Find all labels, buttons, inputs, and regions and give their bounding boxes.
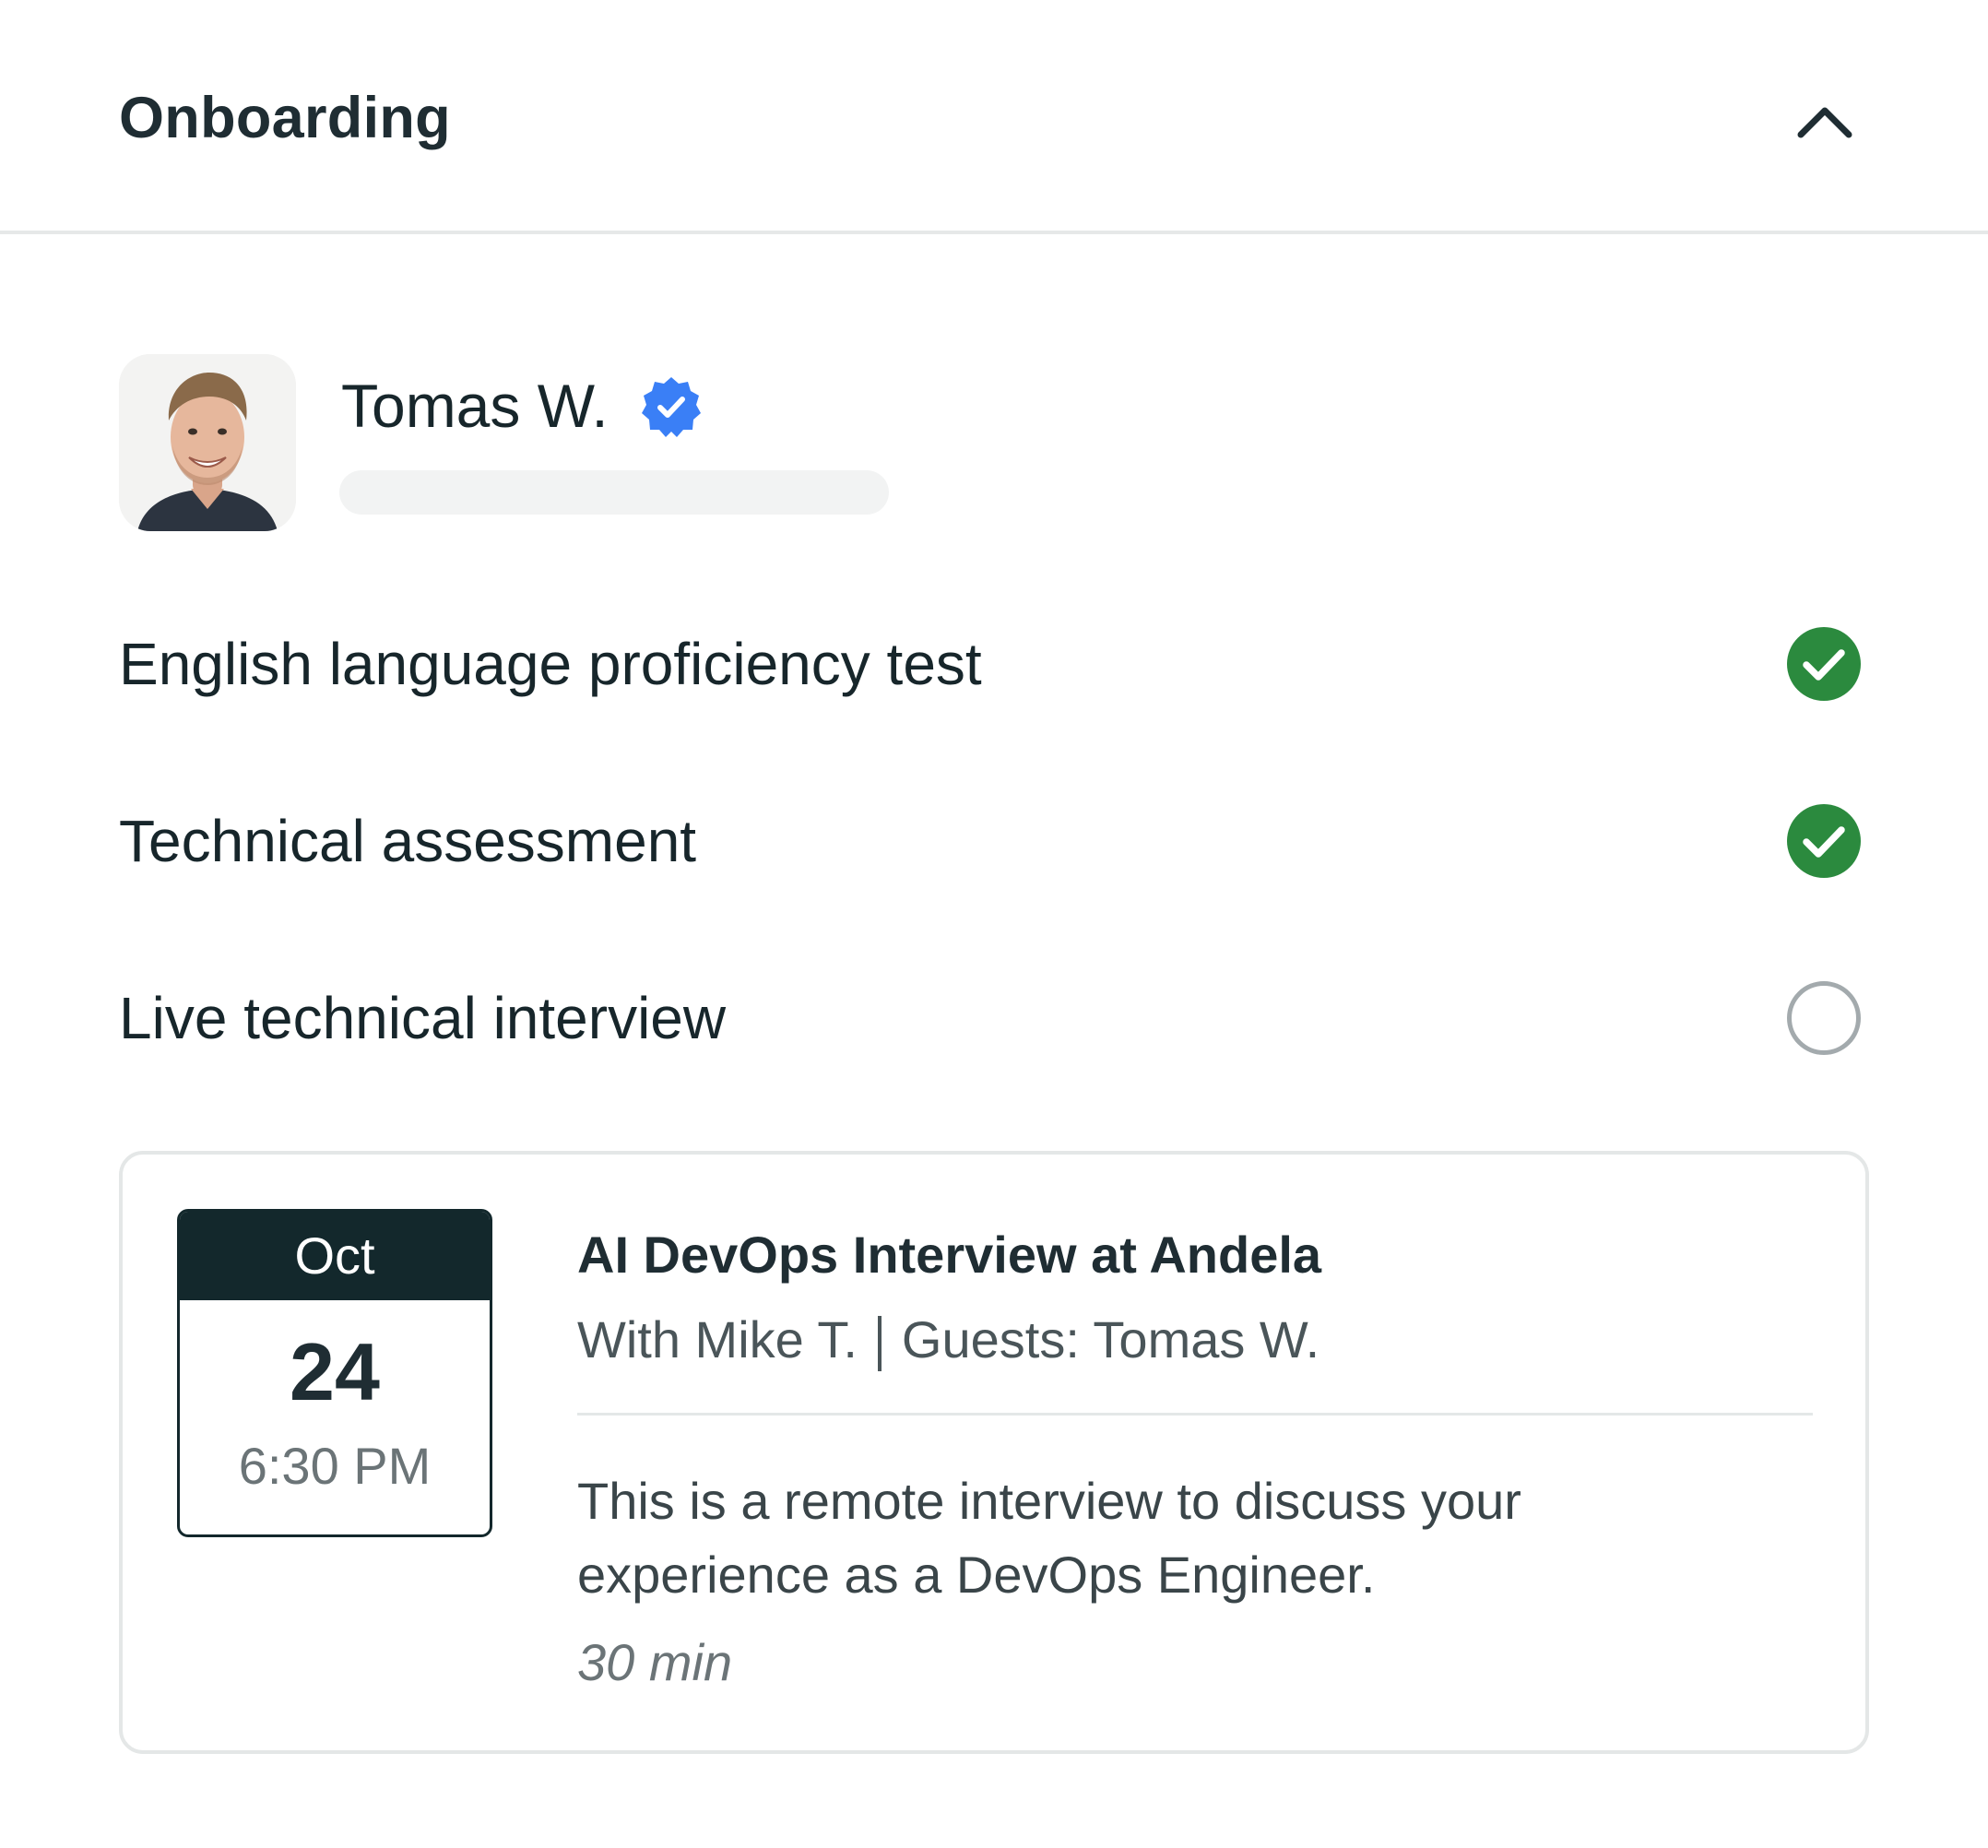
interview-event-card[interactable]: Oct 24 6:30 PM AI DevOps Interview at An…: [119, 1151, 1869, 1754]
step-label: Technical assessment: [119, 808, 697, 874]
collapse-button[interactable]: [1790, 89, 1860, 153]
verified-badge-icon: [638, 373, 704, 440]
divider: [577, 1413, 1813, 1416]
section-header[interactable]: Onboarding: [0, 0, 1988, 234]
calendar-time: 6:30 PM: [238, 1437, 432, 1495]
event-participants: With Mike T. Guests: Tomas W.: [577, 1309, 1320, 1372]
avatar: [119, 354, 296, 531]
onboarding-panel: Onboarding Tomas W. English language pro…: [0, 0, 1988, 1848]
calendar-day: 24: [290, 1326, 380, 1417]
event-guests: Guests: Tomas W.: [901, 1310, 1320, 1368]
check-complete-icon: [1786, 626, 1862, 702]
section-title: Onboarding: [119, 86, 451, 150]
event-title: AI DevOps Interview at Andela: [577, 1226, 1322, 1284]
event-description: This is a remote interview to discuss yo…: [577, 1472, 1521, 1604]
event-duration: 30 min: [577, 1633, 733, 1691]
step-label: Live technical interview: [119, 985, 727, 1051]
event-host: With Mike T.: [577, 1310, 858, 1368]
separator: [877, 1316, 882, 1372]
chevron-up-icon: [1797, 107, 1852, 138]
calendar-month: Oct: [180, 1212, 490, 1300]
calendar-date-badge: Oct 24 6:30 PM: [177, 1209, 492, 1537]
subtitle-skeleton: [339, 470, 889, 515]
pending-circle-icon: [1786, 980, 1862, 1056]
step-label: English language proficiency test: [119, 631, 982, 697]
step-english-test[interactable]: English language proficiency test: [119, 613, 1871, 715]
profile-photo: [119, 354, 296, 531]
profile-name: Tomas W.: [341, 372, 609, 440]
step-live-interview[interactable]: Live technical interview: [119, 967, 1871, 1069]
check-complete-icon: [1786, 803, 1862, 879]
step-technical-assessment[interactable]: Technical assessment: [119, 790, 1871, 892]
